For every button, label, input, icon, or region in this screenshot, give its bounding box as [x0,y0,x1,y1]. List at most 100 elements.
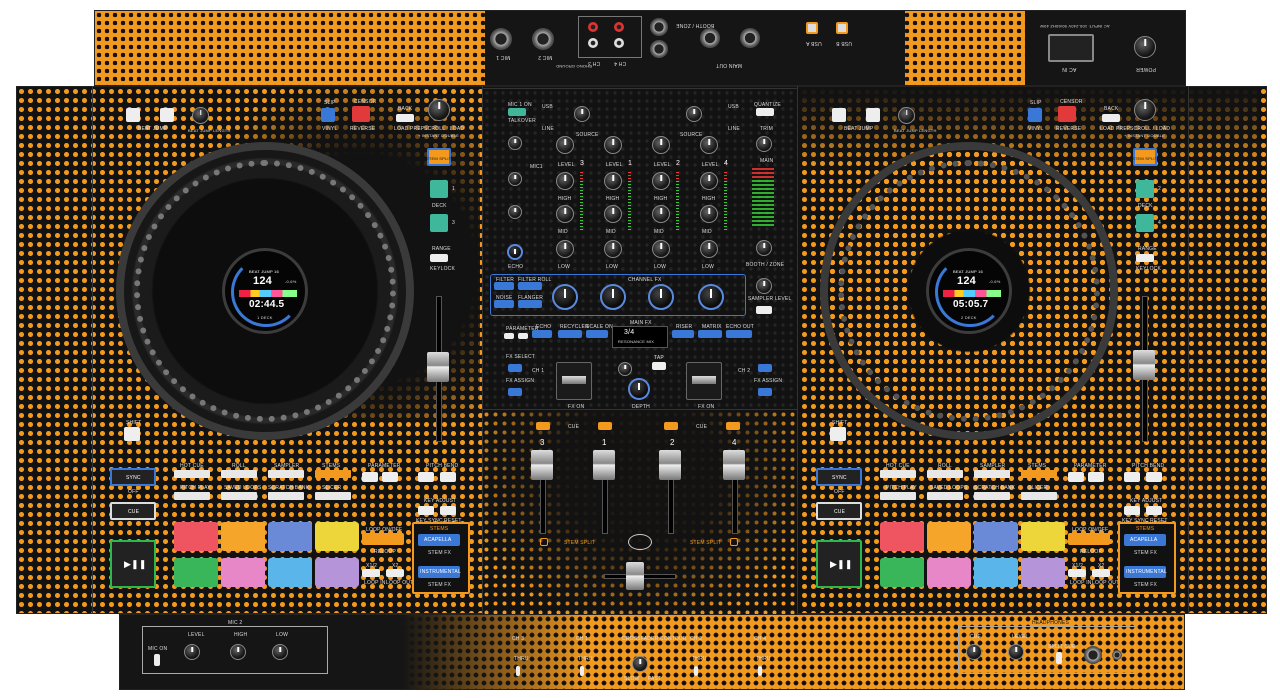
source-knob-right[interactable] [686,106,702,122]
pad-8[interactable] [315,558,359,587]
r-cue-button[interactable]: CUE [816,502,862,520]
r-slip-button[interactable] [1028,108,1042,122]
ch-trim-knob[interactable] [556,136,574,154]
r-mode-stems[interactable] [1021,470,1057,478]
r-beat-jump-forward-button[interactable] [866,108,880,122]
r-loop-onoff-button[interactable] [1068,533,1110,545]
pad-3[interactable] [268,522,312,551]
channel-fx-knob-1[interactable] [600,284,626,310]
cue-ch4[interactable] [726,422,740,430]
r-mode-scratch-bank[interactable] [974,492,1010,500]
ch-high-knob[interactable] [604,172,622,190]
r-browse-knob[interactable] [1134,99,1156,121]
fx-select-btn-2[interactable] [758,364,772,372]
mic1-on-button[interactable] [508,108,526,116]
ch-trim-knob[interactable] [652,136,670,154]
ac-in-socket[interactable] [1048,34,1094,62]
ch-trim-knob[interactable] [700,136,718,154]
source-knob-left[interactable] [574,106,590,122]
r-acapella-button[interactable]: ACAPELLA [1124,534,1166,546]
r-pad-1[interactable] [880,522,924,551]
pad-2[interactable] [221,522,265,551]
headphone-mini-jack[interactable] [1112,650,1122,660]
mic2-high-knob[interactable] [230,644,246,660]
r-mode-sampler[interactable] [974,470,1010,478]
param-right-button[interactable] [382,472,398,482]
ch-low-knob[interactable] [700,240,718,258]
crossfader-cap[interactable] [626,562,644,590]
r-instrumental-button[interactable]: INSTRUMENTAL [1124,566,1167,578]
r-pad-7[interactable] [974,558,1018,587]
r-mode-saved-loops[interactable] [927,492,963,500]
r-pad-4[interactable] [1021,522,1065,551]
hp-level-knob[interactable] [1008,644,1024,660]
fx-assign-btn-2[interactable] [758,388,772,396]
r-pitch-fader-cap[interactable] [1133,350,1155,380]
mode-pitch-play[interactable] [174,492,210,500]
power-switch[interactable] [1134,36,1156,58]
r-deck-4-button[interactable] [1136,214,1154,232]
pad-5[interactable] [174,558,218,587]
pad-7[interactable] [268,558,312,587]
ch4-rca-white[interactable] [614,38,624,48]
mic1-high-knob[interactable] [508,172,522,186]
stem-split-left[interactable] [540,538,548,546]
channel-fx-knob-2[interactable] [648,284,674,310]
sampler-button[interactable] [756,306,772,314]
ch4-rca-red[interactable] [614,22,624,32]
ch-low-knob[interactable] [556,240,574,258]
r-pad-5[interactable] [880,558,924,587]
key-reset-button[interactable] [440,506,456,515]
filter-roll-button[interactable] [518,282,542,290]
mic1-xlr-port[interactable] [490,28,512,50]
pad-4[interactable] [315,522,359,551]
ch-high-knob[interactable] [700,172,718,190]
ch-low-knob[interactable] [652,240,670,258]
main-trim-knob[interactable] [756,136,772,152]
pad-1[interactable] [174,522,218,551]
mic2-level-knob[interactable] [184,644,200,660]
mic1-mid-knob[interactable] [508,205,522,219]
ch-mid-knob[interactable] [604,205,622,223]
cue-ch1[interactable] [598,422,612,430]
fader-cap-1[interactable] [593,450,615,480]
fx-echo-button[interactable] [532,330,552,338]
range-button[interactable] [430,254,448,262]
mic2-xlr-port[interactable] [532,28,554,50]
ch-high-knob[interactable] [556,172,574,190]
ch-mid-knob[interactable] [652,205,670,223]
main-out-xlr-1[interactable] [700,28,720,48]
mode-sampler[interactable] [268,470,304,478]
param-minus[interactable] [504,333,514,339]
r-pitch-bend-plus[interactable] [1146,472,1162,482]
mode-slicer[interactable] [315,492,351,500]
instrumental-button[interactable]: INSTRUMENTAL [418,566,461,578]
shift-button[interactable] [124,427,140,441]
deck-1-button[interactable] [430,180,448,198]
mode-hot-cue[interactable] [174,470,210,478]
pitch-bend-minus[interactable] [418,472,434,482]
mic2-low-knob[interactable] [272,644,288,660]
mode-saved-loops[interactable] [221,492,257,500]
r-param-right-button[interactable] [1088,472,1104,482]
fader-cap-4[interactable] [723,450,745,480]
booth-jack-1[interactable] [650,18,668,36]
r-mode-hot-cue[interactable] [880,470,916,478]
phono-rca-red[interactable] [588,22,598,32]
r-param-left-button[interactable] [1068,472,1084,482]
pitch-fader-cap[interactable] [427,352,449,382]
main-out-xlr-2[interactable] [740,28,760,48]
xf-assign-2[interactable] [694,666,698,676]
loop-double-button[interactable] [386,569,404,577]
split-cue-switch[interactable] [1056,652,1062,664]
play-pause-button[interactable]: ▶❚❚ [110,540,156,588]
r-play-pause-button[interactable]: ▶❚❚ [816,540,862,588]
loop-onoff-button[interactable] [362,533,404,545]
cue-button[interactable]: CUE [110,502,156,520]
sampler-level-knob[interactable] [756,278,772,294]
mic-on-switch[interactable] [154,654,160,666]
r-beat-jump-length-knob[interactable] [898,107,915,124]
load-prep-button[interactable] [396,114,414,122]
echo-knob[interactable] [507,244,523,260]
r-pad-2[interactable] [927,522,971,551]
